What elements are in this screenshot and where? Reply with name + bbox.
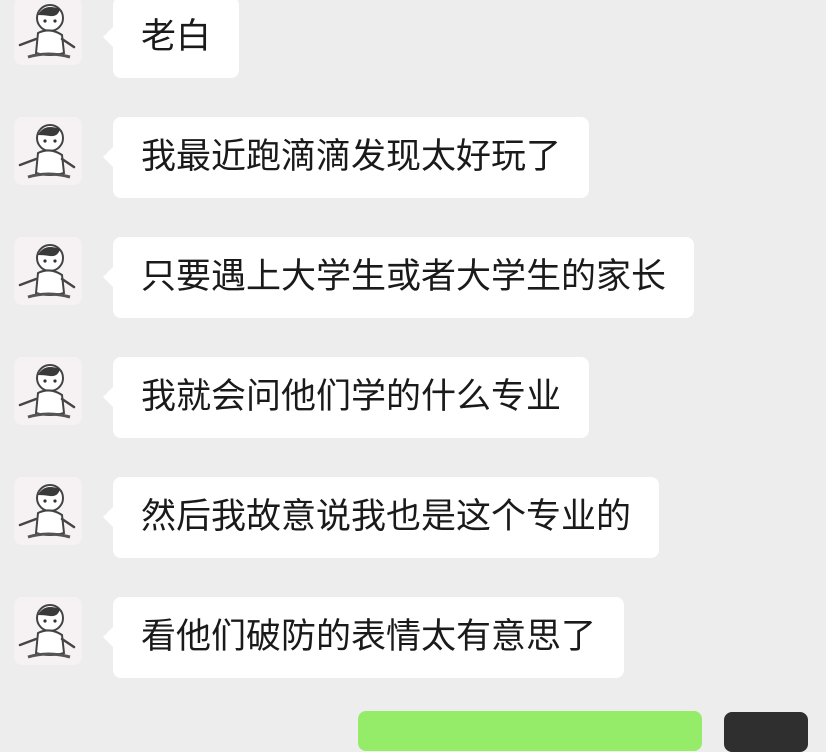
cartoon-boy-avatar-icon[interactable] <box>14 117 82 185</box>
message-bubble[interactable]: 看他们破防的表情太有意思了 <box>102 597 625 678</box>
message-bubble[interactable]: 老白 <box>102 0 240 78</box>
chat-message-list: 老白 我最近跑滴滴发现太好玩了 只要遇上大学生或者大学生的家长 我就会问他们学的… <box>0 0 826 752</box>
cartoon-boy-avatar-icon[interactable] <box>14 597 82 665</box>
message-bubble[interactable]: 我就会问他们学的什么专业 <box>102 357 590 438</box>
cartoon-boy-avatar-icon[interactable] <box>14 237 82 305</box>
message-text: 老白 <box>141 17 212 57</box>
message-text: 我最近跑滴滴发现太好玩了 <box>141 137 562 177</box>
cartoon-boy-avatar-icon[interactable] <box>14 477 82 545</box>
message-bubble[interactable]: 我最近跑滴滴发现太好玩了 <box>102 117 590 198</box>
message-text: 我就会问他们学的什么专业 <box>141 377 562 417</box>
message-text: 看他们破防的表情太有意思了 <box>141 617 597 657</box>
message-text: 只要遇上大学生或者大学生的家长 <box>141 257 667 297</box>
message-bubble[interactable]: 然后我故意说我也是这个专业的 <box>102 477 660 558</box>
message-text: 然后我故意说我也是这个专业的 <box>141 497 632 537</box>
outgoing-message-bubble[interactable] <box>358 711 702 751</box>
cartoon-boy-avatar-icon[interactable] <box>14 357 82 425</box>
cartoon-boy-avatar-icon[interactable] <box>14 0 82 65</box>
message-bubble[interactable]: 只要遇上大学生或者大学生的家长 <box>102 237 695 318</box>
own-avatar[interactable] <box>724 712 808 752</box>
